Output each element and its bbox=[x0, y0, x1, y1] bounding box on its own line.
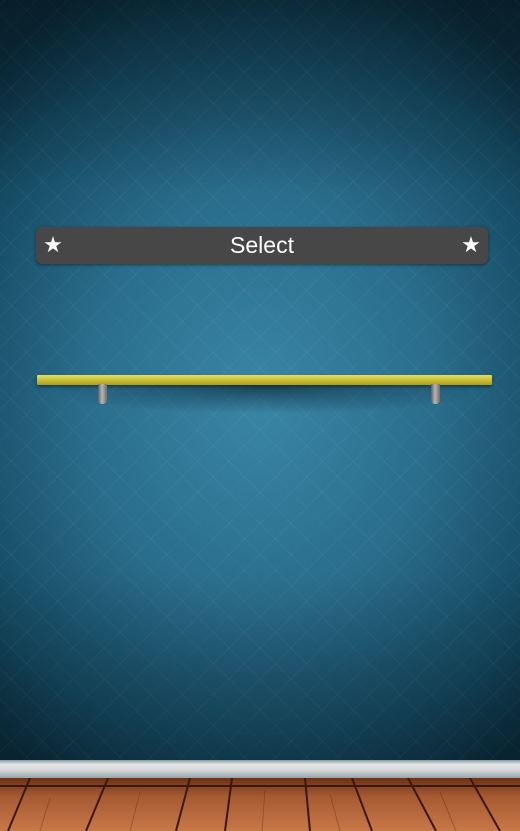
wood-floor bbox=[0, 778, 520, 831]
baseboard bbox=[0, 760, 520, 778]
star-left-icon[interactable]: ★ bbox=[41, 234, 65, 257]
shelf-bracket-right bbox=[431, 384, 440, 404]
select-title[interactable]: Select bbox=[65, 232, 459, 259]
app-screen: ★ Select ★ bbox=[0, 0, 520, 831]
shelf-shadow bbox=[60, 384, 470, 424]
floor-planks bbox=[0, 778, 520, 831]
wood-grain bbox=[39, 797, 51, 831]
star-right-icon[interactable]: ★ bbox=[459, 234, 483, 257]
wood-grain bbox=[439, 791, 457, 831]
wood-grain bbox=[329, 793, 341, 831]
shelf-bracket-left bbox=[98, 384, 107, 404]
select-header-bar: ★ Select ★ bbox=[36, 227, 488, 264]
wood-grain bbox=[129, 791, 141, 831]
wood-grain bbox=[261, 789, 266, 831]
